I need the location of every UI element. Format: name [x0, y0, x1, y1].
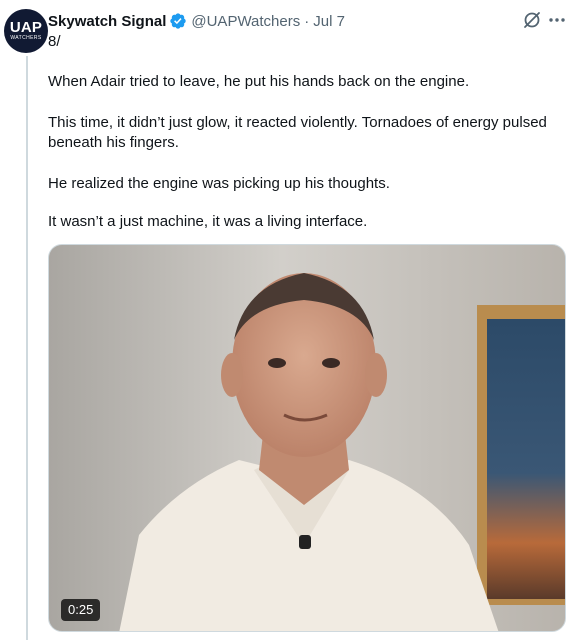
thread-number: 8/ [48, 33, 61, 50]
handle[interactable]: @UAPWatchers [191, 13, 300, 30]
grok-icon[interactable] [522, 10, 542, 30]
video-player[interactable]: 0:25 [48, 244, 566, 632]
tweet-header: Skywatch Signal @UAPWatchers · Jul 7 [48, 11, 345, 31]
verified-badge-icon [169, 12, 187, 30]
video-frame [49, 245, 565, 631]
avatar[interactable]: UAP WATCHERS [4, 9, 48, 53]
video-duration: 0:25 [61, 599, 101, 621]
tweet-paragraph: When Adair tried to leave, he put his ha… [48, 73, 470, 90]
tweet-paragraph: It wasn’t a just machine, it was a livin… [48, 213, 368, 230]
avatar-logo-subtext: WATCHERS [10, 35, 42, 41]
thread-line [26, 56, 28, 640]
avatar-logo-text: UAP [9, 19, 43, 36]
display-name[interactable]: Skywatch Signal [48, 13, 166, 30]
more-icon[interactable] [547, 10, 567, 30]
timestamp[interactable]: Jul 7 [313, 13, 345, 30]
tweet-paragraph: This time, it didn’t just glow, it react… [48, 114, 547, 151]
separator-dot: · [304, 12, 310, 30]
tweet-paragraph: He realized the engine was picking up hi… [48, 175, 390, 192]
